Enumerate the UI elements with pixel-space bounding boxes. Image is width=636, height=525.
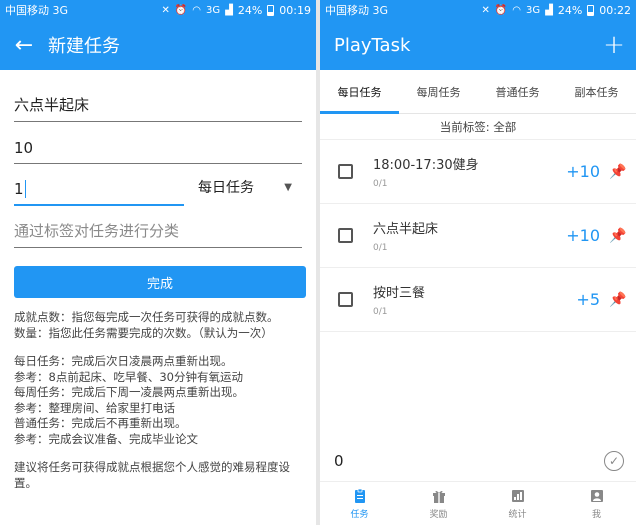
mute-icon: ✕ (481, 4, 490, 16)
task-list-screen: 中国移动 3G ✕ ⏰ ◠ 3G ▟ 24% 00:22 PlayTask + … (320, 0, 636, 525)
task-count: 0/1 (373, 179, 388, 189)
pin-icon[interactable]: 📌 (600, 164, 636, 180)
carrier-label: 中国移动 3G (325, 4, 389, 17)
points-field[interactable]: 10 (14, 122, 302, 164)
back-arrow-icon[interactable]: ← (0, 33, 48, 58)
carrier-label: 中国移动 3G (5, 4, 69, 17)
status-bar: 中国移动 3G ✕ ⏰ ◠ 3G ▟ 24% 00:22 (320, 0, 636, 20)
app-title: PlayTask (334, 34, 411, 56)
task-row[interactable]: 18:00-17:30健身 0/1 +10 📌 (320, 140, 636, 204)
tag-input[interactable]: 通过标签对任务进行分类 (14, 206, 302, 248)
current-tag-label: 当前标签: 全部 (320, 114, 636, 140)
tab-normal[interactable]: 普通任务 (478, 70, 557, 113)
nav-label: 统计 (508, 509, 527, 520)
help-line: 参考：整理房间、给家里打电话 (14, 400, 175, 415)
nav-stats[interactable]: 统计 (478, 482, 557, 525)
help-line: 参考：8点前起床、吃早餐、30分钟有氧运动 (14, 369, 243, 384)
task-form: 六点半起床 10 1 每日任务 ▼ 通过标签对任务进行分类 完成 成就点数：指您… (0, 70, 316, 491)
signal-type-label: 3G (526, 4, 541, 16)
text-cursor (24, 180, 26, 198)
app-bar: PlayTask + (320, 20, 636, 70)
nav-rewards[interactable]: 奖励 (399, 482, 478, 525)
mute-icon: ✕ (161, 4, 170, 16)
gift-icon (432, 490, 445, 503)
help-line: 成就点数：指您每完成一次任务可获得的成就点数。 (14, 310, 279, 324)
task-type-value: 每日任务 (198, 180, 254, 196)
help-line: 建议将任务可获得成就点根据您个人感觉的难易程度设置。 (14, 460, 290, 490)
active-tab-indicator (320, 111, 399, 114)
done-button[interactable]: 完成 (14, 266, 306, 298)
pin-icon[interactable]: 📌 (600, 292, 636, 308)
nav-label: 我 (591, 509, 601, 520)
help-line: 普通任务：完成后不再重新出现。 (14, 416, 187, 430)
status-time: 00:19 (279, 3, 311, 17)
task-tabs: 每日任务 每周任务 普通任务 副本任务 (320, 70, 636, 114)
wifi-icon: ◠ (512, 4, 522, 16)
signal-icon: ▟ (225, 4, 233, 16)
nav-me[interactable]: 我 (557, 482, 636, 525)
help-line: 每日任务：完成后次日凌晨两点重新出现。 (14, 354, 233, 368)
task-name: 18:00-17:30健身 (373, 158, 479, 173)
nav-label: 奖励 (429, 509, 448, 520)
alarm-icon: ⏰ (494, 4, 508, 16)
task-checkbox[interactable] (338, 228, 353, 243)
task-name-field[interactable]: 六点半起床 (14, 80, 302, 122)
help-line: 参考：完成会议准备、完成毕业论文 (14, 431, 198, 446)
app-bar: ← 新建任务 (0, 20, 316, 70)
task-count: 0/1 (373, 307, 388, 317)
help-line: 每周任务：完成后下周一凌晨两点重新出现。 (14, 385, 244, 399)
bottom-nav: 任务 奖励 统计 我 (320, 481, 636, 525)
task-checkbox[interactable] (338, 164, 353, 179)
task-row[interactable]: 六点半起床 0/1 +10 📌 (320, 204, 636, 268)
alarm-icon: ⏰ (174, 4, 188, 16)
clipboard-icon (354, 488, 365, 503)
status-time: 00:22 (599, 3, 631, 17)
task-type-select[interactable]: 每日任务 ▼ (184, 172, 302, 202)
points-summary: 0 ✓ (320, 448, 636, 474)
help-text: 成就点数：指您每完成一次任务可获得的成就点数。 数量：指您此任务需要完成的次数。… (14, 310, 302, 491)
new-task-screen: 中国移动 3G ✕ ⏰ ◠ 3G ▟ 24% 00:19 ← 新建任务 六点半起… (0, 0, 316, 525)
bar-chart-icon (511, 489, 524, 502)
total-points: 0 (334, 452, 344, 470)
tab-dungeon[interactable]: 副本任务 (557, 70, 636, 113)
tab-daily[interactable]: 每日任务 (320, 70, 399, 113)
tab-weekly[interactable]: 每周任务 (399, 70, 478, 113)
count-field[interactable]: 1 (14, 164, 184, 206)
dropdown-caret-icon: ▼ (284, 181, 292, 193)
add-icon[interactable]: + (592, 30, 636, 60)
help-line: 数量：指您此任务需要完成的次数。（默认为一次） (14, 325, 273, 340)
signal-type-label: 3G (206, 4, 221, 16)
page-title: 新建任务 (48, 36, 120, 57)
status-bar: 中国移动 3G ✕ ⏰ ◠ 3G ▟ 24% 00:19 (0, 0, 316, 20)
person-icon (590, 489, 603, 502)
task-name: 六点半起床 (373, 222, 439, 237)
nav-tasks[interactable]: 任务 (320, 482, 399, 525)
task-row[interactable]: 按时三餐 0/1 +5 📌 (320, 268, 636, 332)
battery-icon (587, 4, 595, 16)
count-value: 1 (14, 180, 24, 198)
pin-icon[interactable]: 📌 (600, 228, 636, 244)
task-points: +10 (566, 226, 600, 245)
task-name: 按时三餐 (373, 286, 426, 301)
check-circle-icon[interactable]: ✓ (604, 451, 624, 471)
task-count: 0/1 (373, 243, 388, 253)
battery-icon (267, 4, 275, 16)
battery-percent: 24% (557, 3, 583, 17)
wifi-icon: ◠ (192, 4, 202, 16)
task-checkbox[interactable] (338, 292, 353, 307)
nav-label: 任务 (350, 509, 369, 520)
signal-icon: ▟ (545, 4, 553, 16)
battery-percent: 24% (237, 3, 263, 17)
task-points: +5 (576, 290, 600, 309)
task-points: +10 (566, 162, 600, 181)
